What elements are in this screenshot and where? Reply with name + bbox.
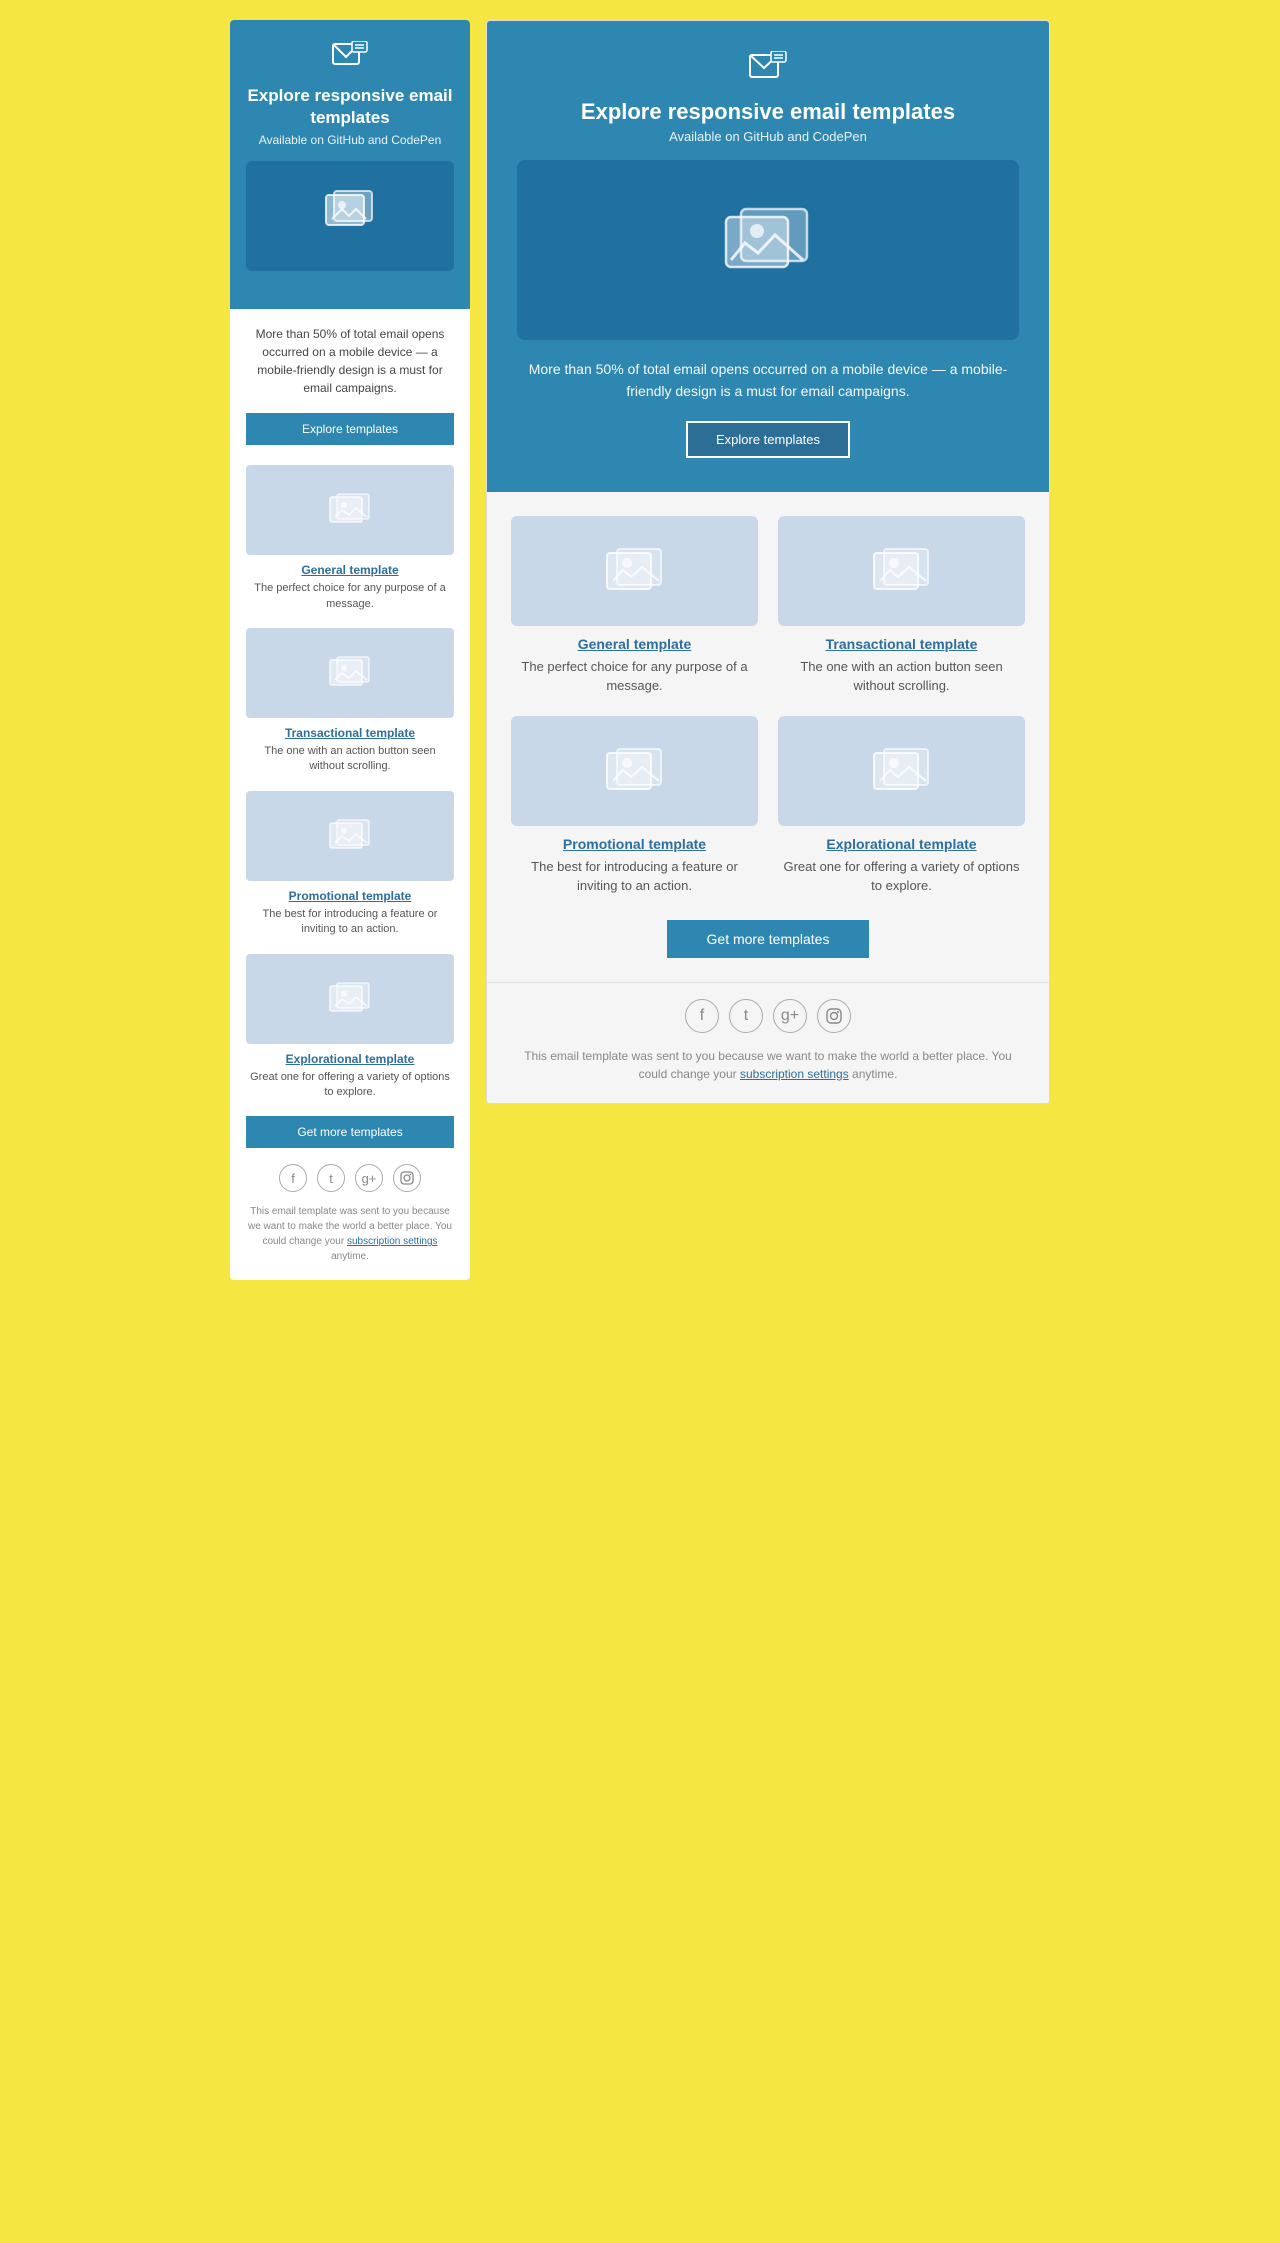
desktop-twitter-icon[interactable]: t bbox=[729, 999, 763, 1033]
googleplus-icon[interactable]: g+ bbox=[355, 1164, 383, 1192]
desktop-footer-text-after: anytime. bbox=[849, 1067, 898, 1081]
desktop-hero-subtitle: Available on GitHub and CodePen bbox=[517, 129, 1019, 144]
mobile-footer: Get more templates f t g+ This email tem… bbox=[230, 1116, 470, 1280]
desktop-general-image bbox=[511, 516, 758, 626]
desktop-explorational-template-title[interactable]: Explorational template bbox=[778, 836, 1025, 852]
promotional-template-desc: The best for introducing a feature or in… bbox=[246, 907, 454, 938]
desktop-body: General template The perfect choice for … bbox=[487, 492, 1049, 982]
transactional-template-title[interactable]: Transactional template bbox=[246, 726, 454, 740]
general-template-title[interactable]: General template bbox=[246, 563, 454, 577]
instagram-icon[interactable] bbox=[393, 1164, 421, 1192]
mobile-body: More than 50% of total email opens occur… bbox=[230, 309, 470, 1100]
mobile-hero-image bbox=[246, 161, 454, 271]
desktop-get-more-section: Get more templates bbox=[511, 920, 1025, 982]
desktop-get-more-button[interactable]: Get more templates bbox=[667, 920, 870, 958]
mobile-template-card-promotional: Promotional template The best for introd… bbox=[246, 791, 454, 938]
mobile-social-icons: f t g+ bbox=[246, 1164, 454, 1192]
mobile-template-card-general: General template The perfect choice for … bbox=[246, 465, 454, 612]
page-wrapper: Explore responsive email templates Avail… bbox=[230, 20, 1050, 2223]
mobile-template-card-transactional: Transactional template The one with an a… bbox=[246, 628, 454, 775]
mobile-footer-text-after: anytime. bbox=[331, 1251, 369, 1262]
desktop-googleplus-icon[interactable]: g+ bbox=[773, 999, 807, 1033]
mobile-footer-text: This email template was sent to you beca… bbox=[246, 1204, 454, 1264]
desktop-explorational-template-desc: Great one for offering a variety of opti… bbox=[778, 857, 1025, 896]
transactional-template-desc: The one with an action button seen witho… bbox=[246, 744, 454, 775]
mobile-hero: Explore responsive email templates Avail… bbox=[230, 20, 470, 309]
desktop-footer-text: This email template was sent to you beca… bbox=[511, 1047, 1025, 1083]
email-header-icon bbox=[246, 40, 454, 77]
desktop-promotional-template-title[interactable]: Promotional template bbox=[511, 836, 758, 852]
explorational-template-desc: Great one for offering a variety of opti… bbox=[246, 1070, 454, 1101]
desktop-promotional-image bbox=[511, 716, 758, 826]
mobile-explore-button[interactable]: Explore templates bbox=[246, 413, 454, 445]
desktop-general-template-desc: The perfect choice for any purpose of a … bbox=[511, 657, 758, 696]
desktop-transactional-image bbox=[778, 516, 1025, 626]
promotional-template-title[interactable]: Promotional template bbox=[246, 889, 454, 903]
desktop-footer: f t g+ This email template was sent to y… bbox=[487, 982, 1049, 1103]
mobile-hero-title: Explore responsive email templates bbox=[246, 85, 454, 129]
desktop-template-card-general: General template The perfect choice for … bbox=[511, 516, 758, 696]
mobile-get-more-button[interactable]: Get more templates bbox=[246, 1116, 454, 1148]
desktop-transactional-template-title[interactable]: Transactional template bbox=[778, 636, 1025, 652]
desktop-facebook-icon[interactable]: f bbox=[685, 999, 719, 1033]
desktop-subscription-link[interactable]: subscription settings bbox=[740, 1067, 849, 1081]
transactional-template-image bbox=[246, 628, 454, 718]
desktop-email-preview: Explore responsive email templates Avail… bbox=[486, 20, 1050, 1104]
desktop-hero-body-text: More than 50% of total email opens occur… bbox=[517, 358, 1019, 403]
twitter-icon[interactable]: t bbox=[317, 1164, 345, 1192]
desktop-template-card-explorational: Explorational template Great one for off… bbox=[778, 716, 1025, 896]
desktop-hero-image bbox=[517, 160, 1019, 340]
desktop-promotional-template-desc: The best for introducing a feature or in… bbox=[511, 857, 758, 896]
desktop-template-card-promotional: Promotional template The best for introd… bbox=[511, 716, 758, 896]
general-template-desc: The perfect choice for any purpose of a … bbox=[246, 581, 454, 612]
desktop-email-header-icon bbox=[517, 51, 1019, 89]
desktop-hero-title: Explore responsive email templates bbox=[517, 99, 1019, 125]
desktop-templates-grid: General template The perfect choice for … bbox=[511, 516, 1025, 896]
promotional-template-image bbox=[246, 791, 454, 881]
mobile-body-text: More than 50% of total email opens occur… bbox=[246, 325, 454, 397]
desktop-explore-button[interactable]: Explore templates bbox=[686, 421, 850, 458]
desktop-hero-image-placeholder-icon bbox=[723, 205, 813, 295]
explorational-template-image bbox=[246, 954, 454, 1044]
mobile-template-card-explorational: Explorational template Great one for off… bbox=[246, 954, 454, 1101]
general-template-image bbox=[246, 465, 454, 555]
hero-image-placeholder-icon bbox=[324, 189, 376, 243]
desktop-social-icons: f t g+ bbox=[511, 999, 1025, 1033]
mobile-subscription-link[interactable]: subscription settings bbox=[347, 1236, 438, 1247]
desktop-general-template-title[interactable]: General template bbox=[511, 636, 758, 652]
mobile-email-preview: Explore responsive email templates Avail… bbox=[230, 20, 470, 1280]
desktop-hero: Explore responsive email templates Avail… bbox=[487, 21, 1049, 492]
facebook-icon[interactable]: f bbox=[279, 1164, 307, 1192]
desktop-template-card-transactional: Transactional template The one with an a… bbox=[778, 516, 1025, 696]
desktop-transactional-template-desc: The one with an action button seen witho… bbox=[778, 657, 1025, 696]
mobile-hero-subtitle: Available on GitHub and CodePen bbox=[246, 133, 454, 147]
desktop-instagram-icon[interactable] bbox=[817, 999, 851, 1033]
desktop-explorational-image bbox=[778, 716, 1025, 826]
explorational-template-title[interactable]: Explorational template bbox=[246, 1052, 454, 1066]
